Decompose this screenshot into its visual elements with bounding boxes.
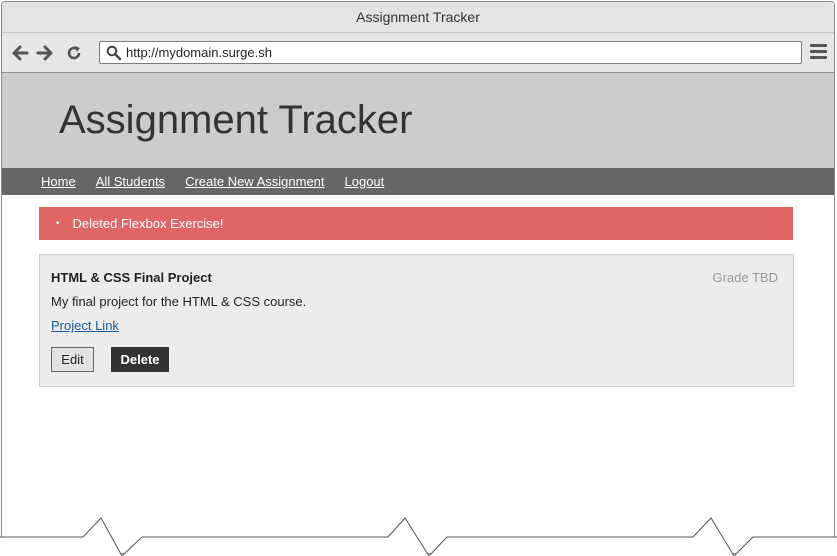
assignment-card: HTML & CSS Final Project Grade TBD My fi… [39, 254, 794, 387]
nav-all-students-link[interactable]: All Students [96, 174, 165, 189]
nav-logout-link[interactable]: Logout [345, 174, 385, 189]
search-icon [106, 45, 122, 60]
nav-create-new-assignment-link[interactable]: Create New Assignment [185, 174, 324, 189]
delete-button[interactable]: Delete [111, 347, 169, 372]
address-url: http://mydomain.surge.sh [126, 45, 272, 60]
browser-toolbar: http://mydomain.surge.sh [2, 33, 834, 73]
hamburger-menu-icon[interactable] [810, 44, 827, 62]
edit-button[interactable]: Edit [51, 347, 94, 372]
assignment-title: HTML & CSS Final Project [51, 270, 212, 285]
back-arrow-icon[interactable] [11, 44, 29, 62]
reload-icon[interactable] [65, 44, 83, 62]
page-title: Assignment Tracker [59, 98, 413, 142]
assignment-grade: Grade TBD [712, 270, 778, 285]
forward-arrow-icon[interactable] [36, 44, 54, 62]
bullet-icon: • [56, 218, 60, 229]
torn-edge-decoration [0, 517, 837, 556]
main-nav: Home All Students Create New Assignment … [2, 168, 834, 195]
window-title: Assignment Tracker [356, 9, 480, 25]
site-header: Assignment Tracker [2, 73, 834, 168]
assignment-description: My final project for the HTML & CSS cour… [51, 294, 307, 309]
nav-home-link[interactable]: Home [41, 174, 76, 189]
flash-text: Deleted Flexbox Exercise! [72, 216, 224, 231]
flash-message: • Deleted Flexbox Exercise! [39, 207, 793, 240]
project-link[interactable]: Project Link [51, 318, 119, 333]
window-titlebar: Assignment Tracker [2, 2, 834, 33]
address-bar[interactable]: http://mydomain.surge.sh [99, 41, 802, 64]
